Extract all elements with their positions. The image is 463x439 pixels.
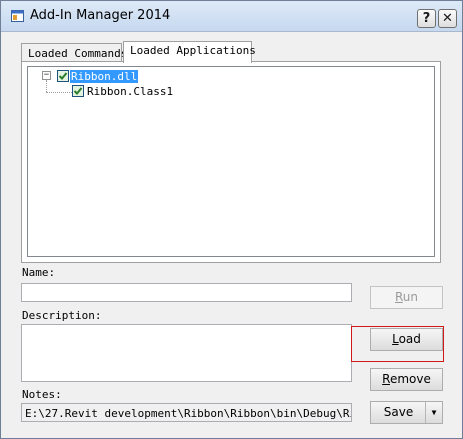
- load-label-rest: oad: [398, 332, 421, 346]
- tab-loaded-applications[interactable]: Loaded Applications: [123, 41, 256, 63]
- run-accel-letter: R: [394, 290, 403, 304]
- checkmark-icon: [73, 87, 83, 95]
- tree-connector-line: [46, 80, 47, 92]
- collapse-expander-icon[interactable]: −: [42, 71, 51, 80]
- window-title: Add-In Manager 2014: [30, 8, 171, 23]
- close-button[interactable]: ✕: [438, 9, 457, 28]
- remove-accel-letter: R: [382, 372, 390, 386]
- tab-loaded-commands[interactable]: Loaded Commands: [21, 43, 127, 62]
- name-input[interactable]: [22, 284, 351, 301]
- tree-connector-line: [46, 92, 72, 93]
- add-in-manager-window: Add-In Manager 2014 ? ✕ Loaded Commands …: [0, 0, 463, 439]
- load-button[interactable]: Load: [370, 328, 443, 351]
- title-bar[interactable]: Add-In Manager 2014 ? ✕: [1, 1, 462, 32]
- save-label: Save: [383, 405, 414, 419]
- loaded-applications-panel: − Ribbon.dll Ribbon.Class1: [21, 61, 441, 263]
- save-dropdown-arrow-icon[interactable]: ▼: [425, 402, 442, 423]
- app-window-icon: [11, 10, 24, 22]
- notes-field[interactable]: E:\27.Revit development\Ribbon\Ribbon\bi…: [21, 403, 352, 422]
- remove-label-rest: emove: [389, 372, 431, 386]
- help-button[interactable]: ?: [417, 9, 436, 28]
- ribbon-class1-checkbox[interactable]: [72, 85, 84, 97]
- name-field[interactable]: [21, 283, 352, 302]
- run-button[interactable]: Run: [370, 286, 443, 309]
- checkmark-icon: [58, 72, 68, 80]
- notes-value: E:\27.Revit development\Ribbon\Ribbon\bi…: [25, 407, 351, 420]
- tree-node-ribbon-class1[interactable]: Ribbon.Class1: [87, 85, 173, 98]
- applications-tree[interactable]: − Ribbon.dll Ribbon.Class1: [27, 66, 435, 257]
- ribbon-dll-checkbox[interactable]: [57, 70, 69, 82]
- notes-label: Notes:: [22, 388, 62, 401]
- remove-button[interactable]: Remove: [370, 368, 443, 391]
- tree-node-ribbon-dll[interactable]: Ribbon.dll: [70, 70, 139, 83]
- description-field[interactable]: [21, 324, 352, 382]
- description-label: Description:: [22, 309, 102, 322]
- description-textarea[interactable]: [22, 325, 351, 381]
- run-label-rest: un: [402, 290, 419, 304]
- name-label: Name:: [22, 266, 56, 279]
